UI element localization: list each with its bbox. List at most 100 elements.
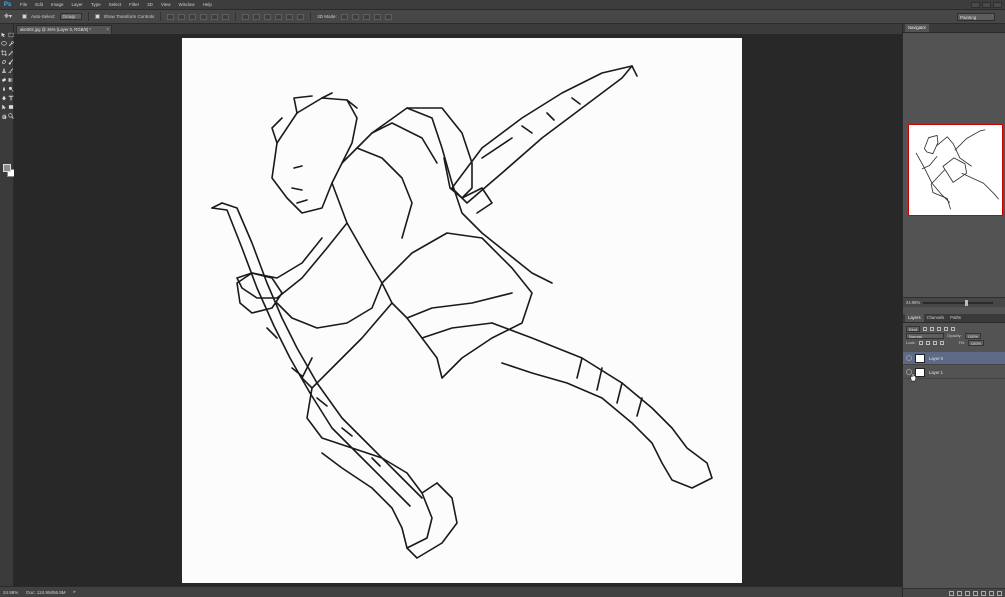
layer-name: Layer 0: [929, 355, 943, 361]
show-transform-label: Show Transform Controls: [103, 14, 155, 19]
filter-type-icon[interactable]: [937, 326, 942, 331]
menu-file[interactable]: File: [16, 2, 31, 7]
separator: [235, 12, 237, 21]
tab-navigator[interactable]: Navigator: [905, 24, 929, 32]
menu-image[interactable]: Image: [47, 2, 68, 7]
new-group-icon[interactable]: [981, 590, 986, 596]
auto-select-dropdown[interactable]: Group: [59, 13, 82, 20]
distribute-top-icon[interactable]: [242, 13, 250, 20]
menu-3d[interactable]: 3D: [143, 2, 157, 7]
align-bottom-icon[interactable]: [189, 13, 197, 20]
clone-stamp-icon[interactable]: [1, 68, 7, 74]
tab-layers[interactable]: Layers: [905, 314, 924, 322]
3d-scale-icon[interactable]: [384, 13, 392, 20]
auto-select-label: Auto-Select:: [31, 14, 56, 19]
navigator-zoom-bar: 24.98%: [903, 297, 1005, 307]
distribute-bottom-icon[interactable]: [264, 13, 272, 20]
auto-select-checkbox[interactable]: [22, 14, 27, 19]
foreground-color-swatch[interactable]: [3, 164, 11, 172]
menu-filter[interactable]: Filter: [125, 2, 143, 7]
canvas-workspace[interactable]: [14, 34, 902, 586]
close-button[interactable]: [993, 1, 1002, 8]
3d-slide-icon[interactable]: [373, 13, 381, 20]
eraser-icon[interactable]: [1, 77, 7, 83]
align-left-icon[interactable]: [200, 13, 208, 20]
distribute-left-icon[interactable]: [275, 13, 283, 20]
move-tool-preset-icon[interactable]: ✥▾: [4, 13, 18, 21]
navigator-panel: [903, 33, 1005, 303]
document-tab[interactable]: ake002.jpg @ 25% (Layer 0, RGB/8) * ×: [16, 25, 112, 34]
adjustment-layer-icon[interactable]: [973, 590, 978, 596]
lock-label: Lock:: [906, 340, 916, 345]
filter-smart-icon[interactable]: [951, 326, 956, 331]
layer-item-layer-0[interactable]: Layer 0: [903, 352, 1005, 365]
status-zoom[interactable]: 24.98%: [3, 590, 18, 595]
maximize-button[interactable]: [982, 1, 991, 8]
navigator-zoom-slider[interactable]: [923, 299, 994, 306]
workspace-dropdown[interactable]: Painting: [957, 13, 995, 21]
healing-icon[interactable]: [1, 59, 7, 65]
menu-type[interactable]: Type: [87, 2, 105, 7]
lasso-icon[interactable]: [1, 41, 7, 47]
align-top-icon[interactable]: [167, 13, 175, 20]
tab-paths[interactable]: Paths: [947, 314, 964, 322]
pen-icon[interactable]: [1, 95, 7, 101]
menu-edit[interactable]: Edit: [31, 2, 47, 7]
align-right-icon[interactable]: [222, 13, 230, 20]
3d-rotate-icon[interactable]: [340, 13, 348, 20]
link-layers-icon[interactable]: [949, 590, 954, 596]
status-bar: 24.98% Doc: 124.9M/56.9M ▸: [0, 586, 902, 597]
tab-channels[interactable]: Channels: [924, 314, 948, 322]
close-icon[interactable]: ×: [106, 26, 109, 34]
lock-transparent-icon[interactable]: [918, 340, 923, 345]
layers-footer: [903, 588, 1005, 597]
distribute-right-icon[interactable]: [297, 13, 305, 20]
document-tab-bar: ake002.jpg @ 25% (Layer 0, RGB/8) * ×: [14, 24, 902, 34]
separator: [160, 12, 162, 21]
hand-icon[interactable]: [1, 113, 7, 119]
menu-help[interactable]: Help: [199, 2, 216, 7]
3d-roll-icon[interactable]: [351, 13, 359, 20]
menu-window[interactable]: Window: [175, 2, 199, 7]
crop-icon[interactable]: [1, 50, 7, 56]
distribute-hcenter-icon[interactable]: [286, 13, 294, 20]
lock-pixels-icon[interactable]: [925, 340, 930, 345]
layer-thumbnail: [915, 353, 925, 363]
filter-adjustment-icon[interactable]: [930, 326, 935, 331]
minimize-button[interactable]: [971, 1, 980, 8]
window-controls: [971, 1, 1005, 8]
move-icon[interactable]: [1, 32, 7, 38]
chevron-right-icon[interactable]: ▸: [74, 589, 77, 595]
menu-view[interactable]: View: [157, 2, 175, 7]
add-mask-icon[interactable]: [965, 590, 970, 596]
navigator-thumbnail[interactable]: [908, 124, 1003, 216]
path-select-icon[interactable]: [1, 104, 7, 110]
distribute-vcenter-icon[interactable]: [253, 13, 261, 20]
lock-position-icon[interactable]: [932, 340, 937, 345]
blend-row: Normal Opacity: 100%: [903, 332, 1005, 339]
menu-layer[interactable]: Layer: [68, 2, 87, 7]
navigator-zoom-knob[interactable]: [965, 299, 969, 306]
align-vcenter-icon[interactable]: [178, 13, 186, 20]
fx-icon[interactable]: [957, 590, 962, 596]
show-transform-checkbox[interactable]: [94, 14, 100, 19]
3d-pan-icon[interactable]: [362, 13, 370, 20]
blur-icon[interactable]: [1, 86, 7, 92]
fill-field[interactable]: 100%: [967, 339, 985, 346]
eye-icon[interactable]: [906, 355, 912, 361]
filter-shape-icon[interactable]: [944, 326, 949, 331]
filter-pixel-icon[interactable]: [923, 326, 928, 331]
opacity-field[interactable]: 100%: [964, 332, 981, 339]
align-hcenter-icon[interactable]: [211, 13, 219, 20]
document-canvas[interactable]: [182, 38, 742, 583]
trash-icon[interactable]: [997, 590, 1002, 596]
navigator-zoom-value[interactable]: 24.98%: [906, 300, 920, 305]
menu-select[interactable]: Select: [105, 2, 126, 7]
layers-panel-header: Layers Channels Paths: [903, 314, 1005, 323]
lock-all-icon[interactable]: [939, 340, 944, 345]
layer-item-layer-1[interactable]: Layer 1: [903, 366, 1005, 379]
new-layer-icon[interactable]: [989, 590, 994, 596]
blend-mode-dropdown[interactable]: Normal: [906, 332, 944, 339]
photoshop-logo: Ps: [3, 1, 12, 8]
kind-filter-dropdown[interactable]: Kind: [906, 325, 921, 332]
